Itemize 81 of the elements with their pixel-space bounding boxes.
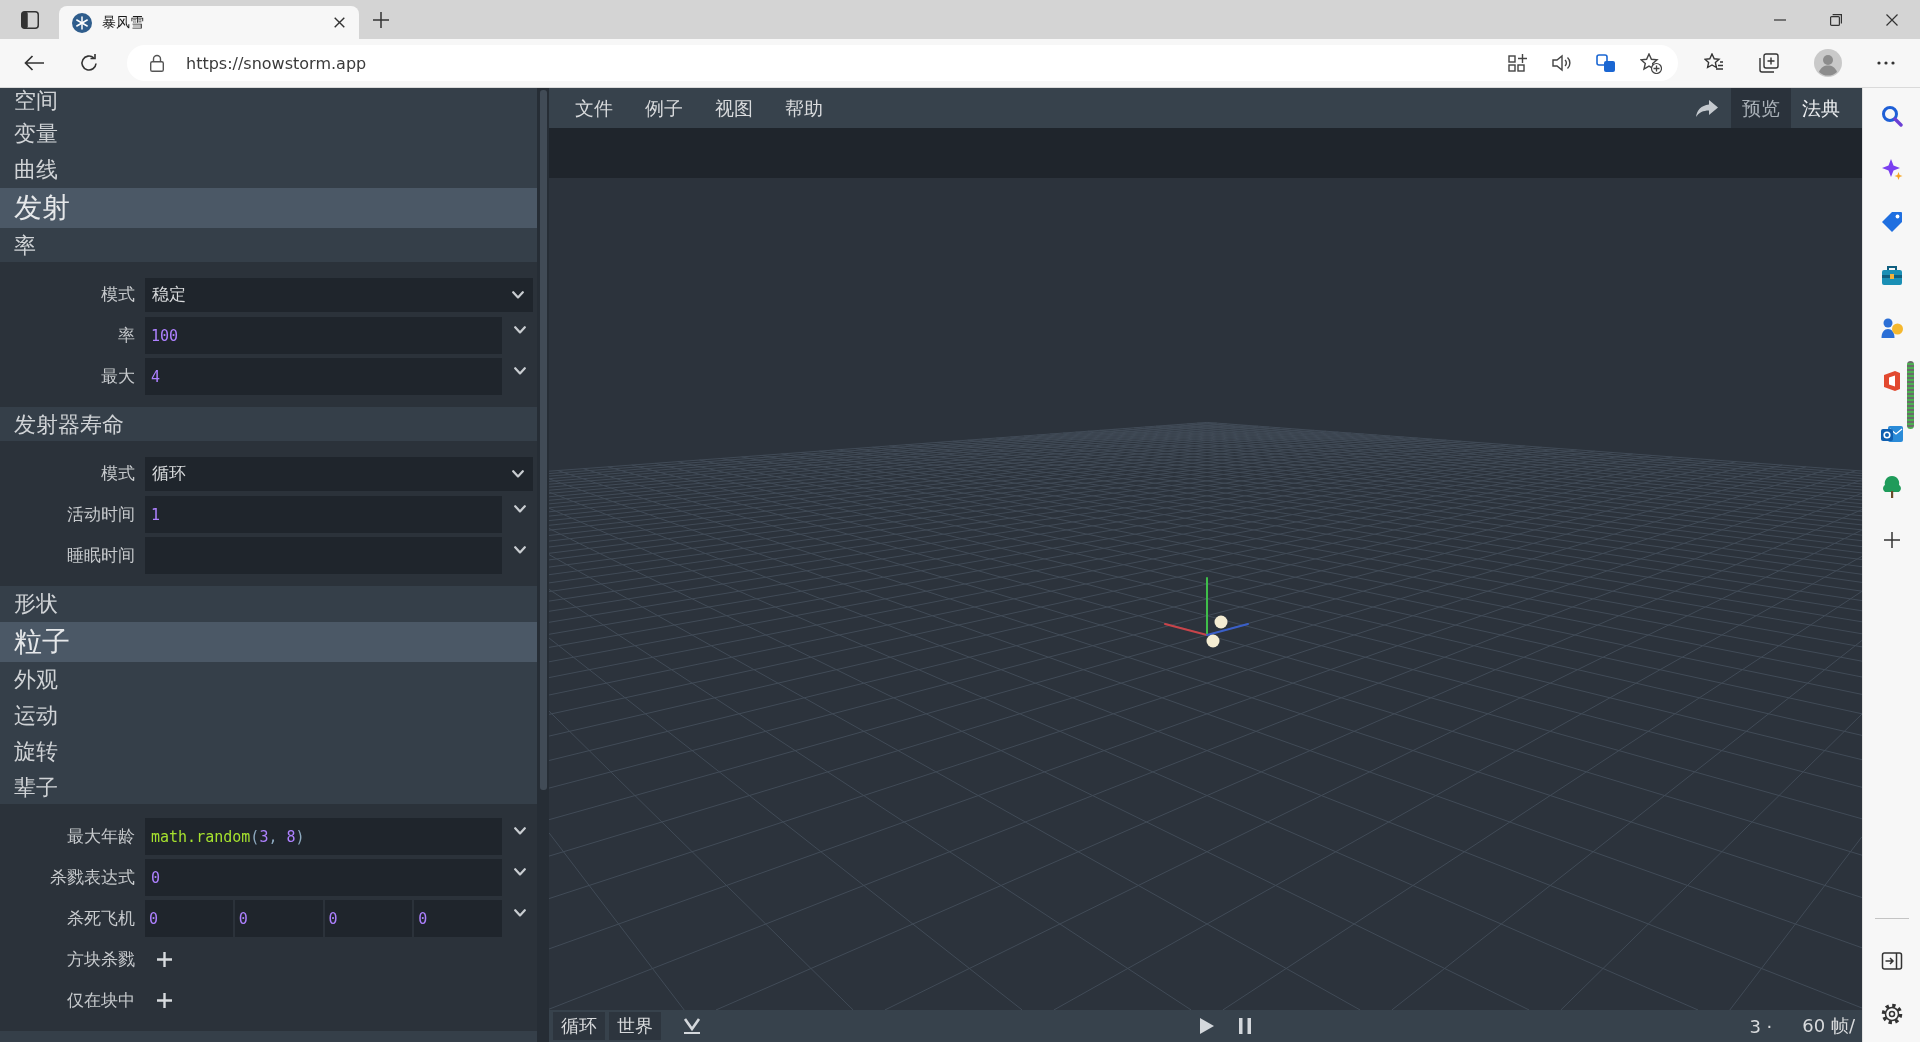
toggle-button[interactable]: 循环 bbox=[553, 1012, 605, 1040]
dropdown[interactable]: 稳定 bbox=[145, 277, 533, 312]
field-label: 方块杀戮 bbox=[66, 948, 136, 971]
field-label: 率 bbox=[117, 324, 136, 347]
chevron-icon[interactable] bbox=[512, 469, 524, 478]
chevron-underline-icon[interactable] bbox=[683, 1018, 701, 1034]
chevron-icon[interactable] bbox=[513, 546, 526, 554]
share-arrow-icon[interactable] bbox=[1696, 99, 1718, 117]
toggle-button[interactable]: 世界 bbox=[609, 1012, 661, 1040]
translate-icon[interactable] bbox=[1596, 53, 1616, 73]
lock-icon bbox=[149, 54, 165, 72]
field-label: 杀死飞机 bbox=[66, 907, 136, 930]
number-field[interactable]: 0 bbox=[414, 900, 502, 937]
refresh-icon[interactable] bbox=[79, 53, 99, 73]
number-field[interactable]: 0 bbox=[145, 900, 233, 937]
view-tab[interactable]: 法典 bbox=[1791, 88, 1851, 128]
people-icon[interactable] bbox=[1880, 317, 1903, 339]
chevron-icon[interactable] bbox=[513, 505, 526, 513]
menu-item[interactable]: 帮助 bbox=[769, 88, 839, 128]
field-label: 仅在块中 bbox=[66, 989, 136, 1012]
menu-item[interactable]: 文件 bbox=[559, 88, 629, 128]
chevron-icon[interactable] bbox=[513, 868, 526, 876]
chevron-icon[interactable] bbox=[513, 909, 526, 917]
search-icon[interactable] bbox=[1880, 105, 1903, 127]
snowflake-icon bbox=[72, 12, 92, 33]
particle-icon bbox=[1214, 615, 1228, 629]
field-label: 活动时间 bbox=[66, 503, 136, 526]
scrollbar-thumb[interactable] bbox=[1907, 361, 1914, 429]
plus-icon[interactable] bbox=[373, 11, 389, 28]
menu-item[interactable]: 例子 bbox=[629, 88, 699, 128]
avatar-icon[interactable] bbox=[1814, 49, 1842, 77]
settings-icon[interactable] bbox=[1880, 1003, 1903, 1025]
chevron-icon[interactable] bbox=[512, 290, 524, 299]
expression-field[interactable]: 0 bbox=[145, 859, 502, 896]
expression-field[interactable]: 100 bbox=[145, 317, 502, 354]
menu-item[interactable]: 视图 bbox=[699, 88, 769, 128]
close-icon[interactable] bbox=[334, 17, 345, 28]
field-label: 睡眠时间 bbox=[66, 544, 136, 567]
expression-field[interactable]: 1 bbox=[145, 496, 502, 533]
particle-icon bbox=[1206, 634, 1220, 648]
number-field[interactable]: 0 bbox=[324, 900, 413, 937]
panel-layout-icon[interactable] bbox=[20, 10, 39, 29]
star-list-icon[interactable] bbox=[1704, 53, 1724, 73]
tag-icon[interactable] bbox=[1880, 211, 1903, 233]
restore-icon[interactable] bbox=[1830, 13, 1842, 26]
back-icon[interactable] bbox=[24, 55, 44, 71]
scrollbar-thumb[interactable] bbox=[539, 90, 547, 790]
particle-count: 3 · bbox=[1749, 1015, 1773, 1037]
sparkle-icon[interactable] bbox=[1880, 158, 1903, 180]
star-plus-icon[interactable] bbox=[1640, 52, 1662, 74]
group-header[interactable]: 粒子 bbox=[0, 622, 537, 662]
number-field[interactable]: 0 bbox=[234, 900, 323, 937]
field-label: 最大年龄 bbox=[66, 825, 136, 848]
field-label: 模式 bbox=[100, 283, 136, 306]
play-icon[interactable] bbox=[1199, 1018, 1214, 1034]
expression-field[interactable]: math.random(3, 8) bbox=[145, 818, 502, 855]
field-label: 杀戮表达式 bbox=[49, 866, 136, 889]
apps-icon[interactable] bbox=[1508, 53, 1528, 73]
expression-field[interactable]: 4 bbox=[145, 358, 502, 395]
collections-icon[interactable] bbox=[1759, 53, 1779, 73]
group-header[interactable]: 发射 bbox=[0, 188, 537, 228]
close-icon[interactable] bbox=[1886, 13, 1898, 26]
pause-icon[interactable] bbox=[1238, 1018, 1251, 1034]
sidebar-panel-icon[interactable] bbox=[1880, 950, 1903, 972]
axis-gizmo-drawing[interactable] bbox=[1164, 577, 1249, 636]
dropdown[interactable]: 循环 bbox=[145, 456, 533, 491]
field-label: 最大 bbox=[100, 365, 136, 388]
speaker-icon[interactable] bbox=[1552, 53, 1572, 73]
mail-icon[interactable] bbox=[1880, 423, 1903, 445]
more-icon[interactable] bbox=[1877, 61, 1895, 65]
toolbox-icon[interactable] bbox=[1880, 264, 1903, 286]
minimize-icon[interactable] bbox=[1774, 18, 1786, 21]
chevron-icon[interactable] bbox=[513, 827, 526, 835]
field-label: 模式 bbox=[100, 462, 136, 485]
browser-tab[interactable]: 暴风雪 bbox=[59, 6, 359, 39]
tree-icon[interactable] bbox=[1880, 476, 1903, 498]
frame-rate: 60 帧/ bbox=[1802, 1014, 1855, 1038]
chevron-icon[interactable] bbox=[513, 326, 526, 334]
chevron-icon[interactable] bbox=[513, 367, 526, 375]
address-field[interactable]: https://snowstorm.app bbox=[127, 45, 1678, 81]
view-tab[interactable]: 预览 bbox=[1731, 88, 1791, 128]
